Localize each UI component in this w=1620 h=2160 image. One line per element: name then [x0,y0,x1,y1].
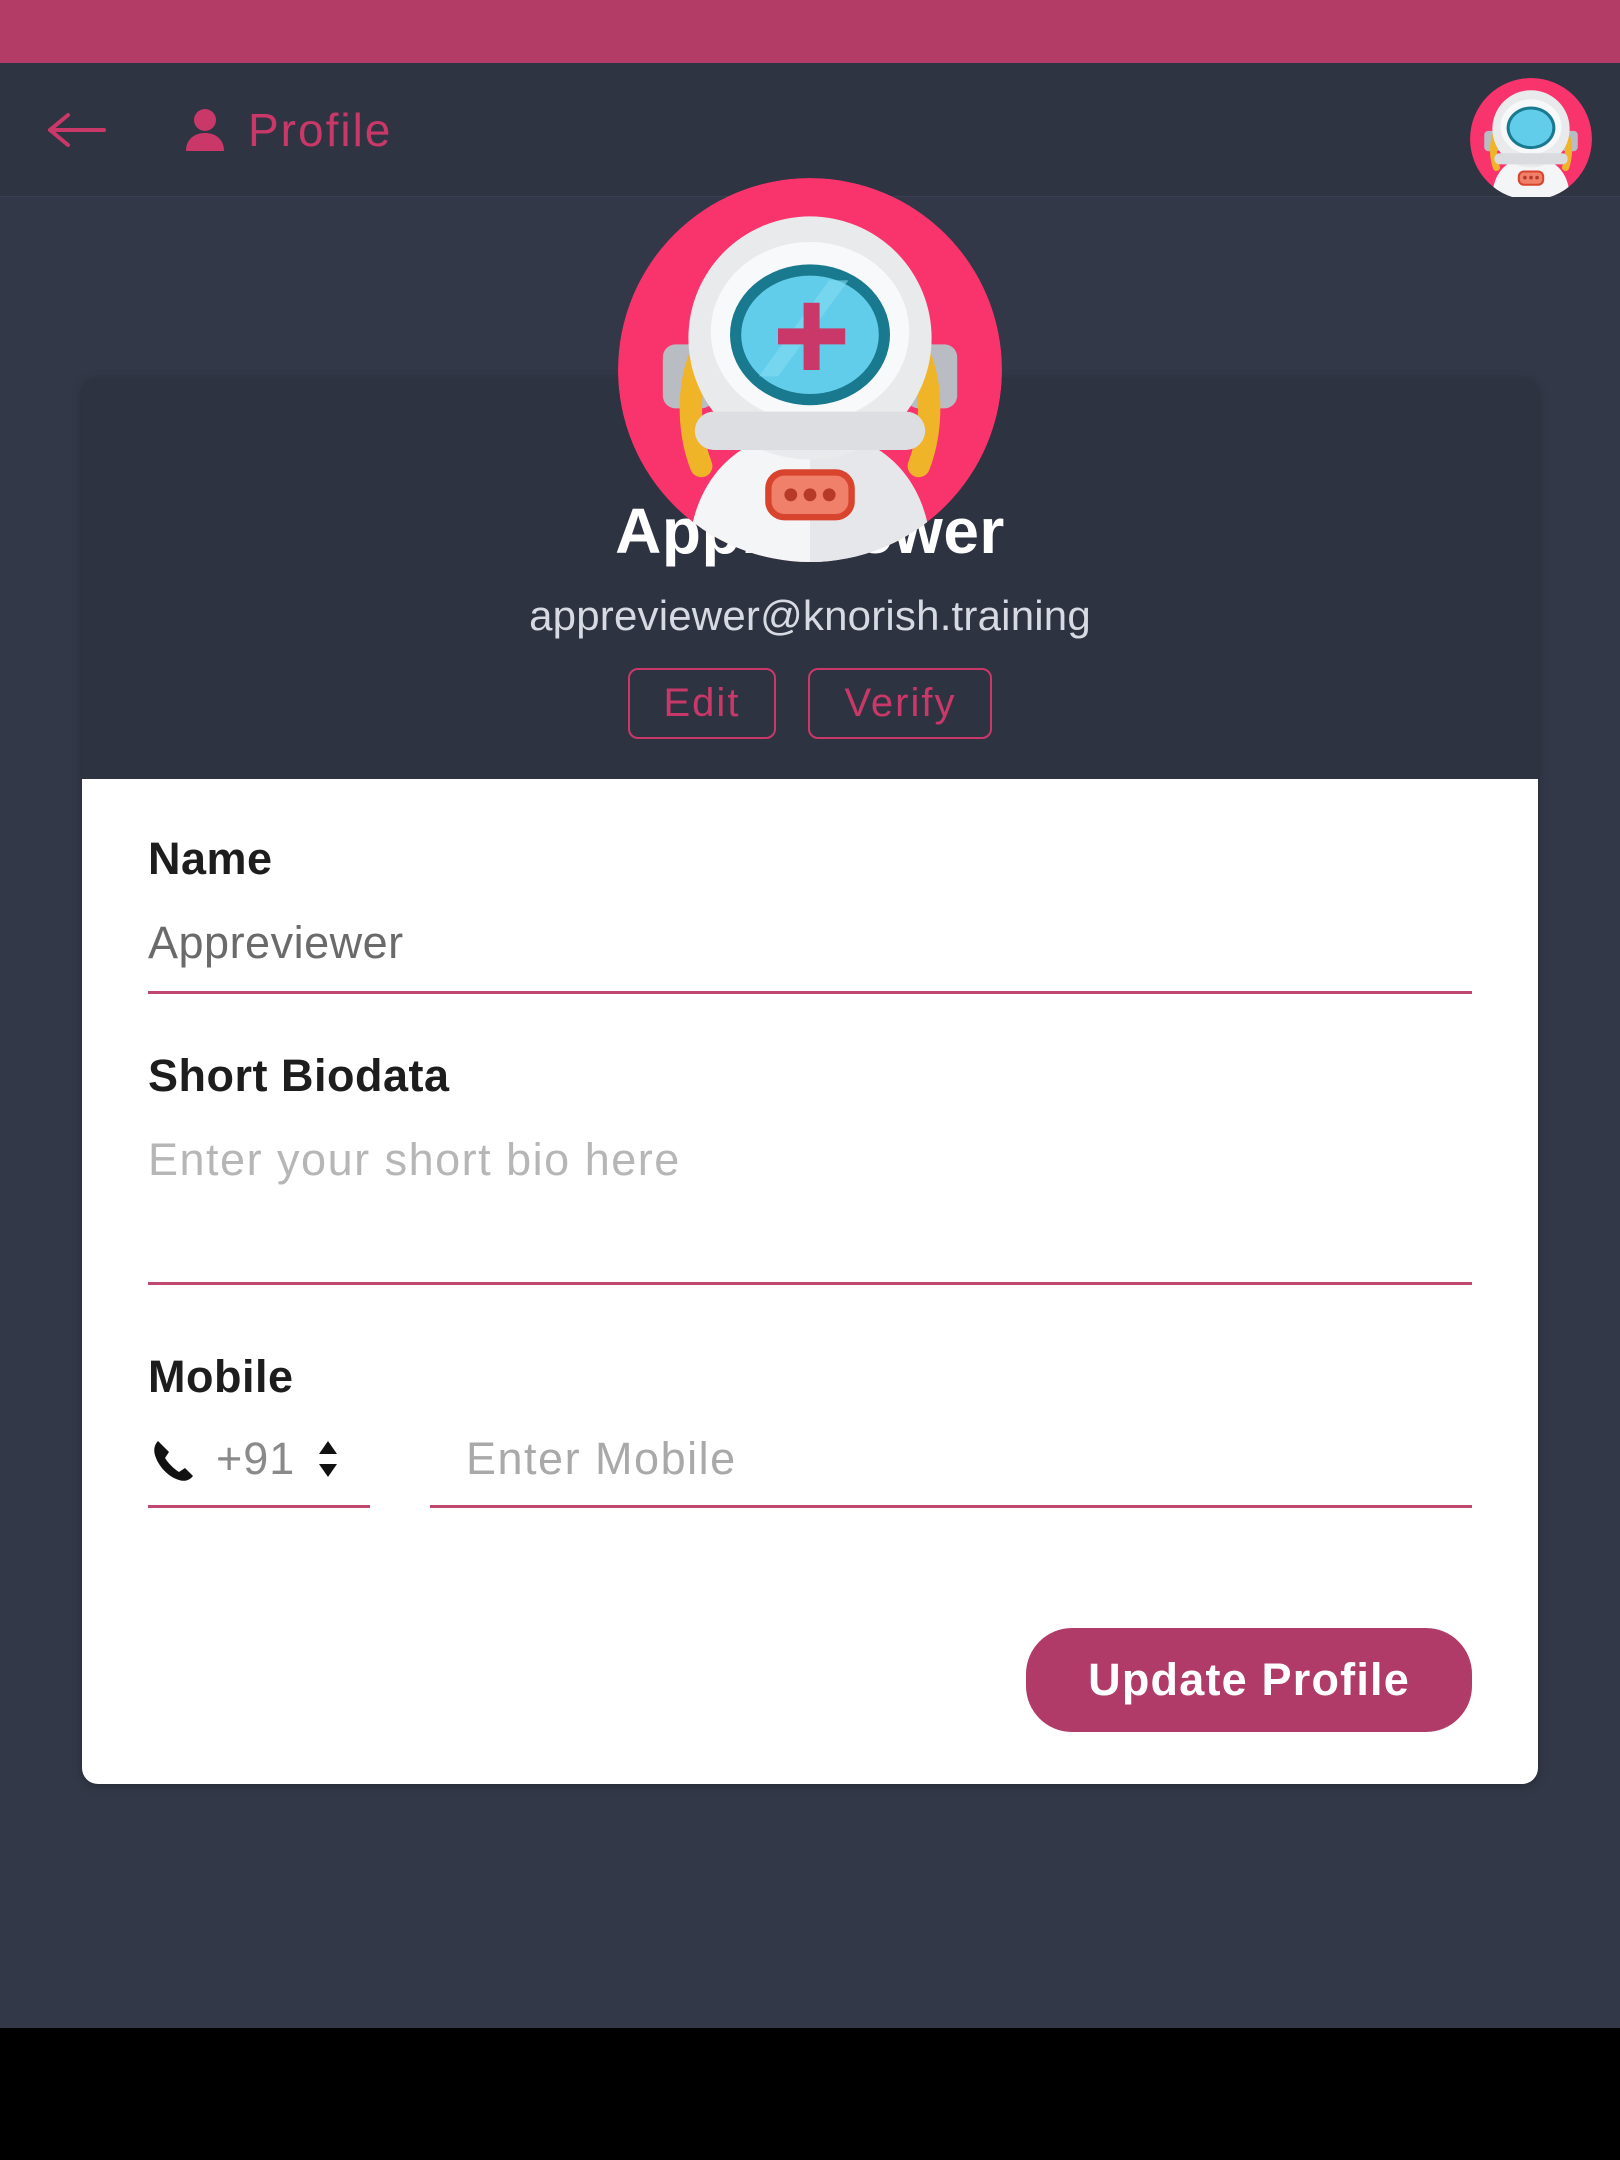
bio-field-group: Short Biodata Enter your short bio here [148,1050,1472,1286]
mobile-input[interactable]: Enter Mobile [430,1433,1472,1505]
mobile-label: Mobile [148,1351,294,1403]
profile-form: Name Appreviewer Short Biodata Enter you… [82,779,1538,1785]
update-row: Update Profile [148,1628,1472,1733]
country-code-underline [148,1505,370,1509]
app-screen: Profile appreviewer@knorish.training Edi… [0,0,1620,2160]
mobile-number-group[interactable]: Enter Mobile [430,1433,1472,1509]
person-icon [186,108,224,151]
name-field-group: Name Appreviewer [148,833,1472,995]
mobile-row: +91 Enter Mobile [148,1433,1472,1509]
bio-underline [148,1282,1472,1286]
stepper-arrows-icon[interactable] [315,1437,341,1481]
bio-input[interactable]: Enter your short bio here [148,1134,1472,1282]
profile-card: Appreviewer appreviewer@knorish.training… [82,178,1538,1785]
profile-avatar[interactable] [618,178,1002,562]
header-title-group: Profile [184,103,392,157]
country-code-group[interactable]: +91 [148,1433,370,1509]
verify-button[interactable]: Verify [808,668,993,740]
name-label: Name [148,833,273,885]
profile-action-buttons: Edit Verify [82,668,1538,740]
astronaut-avatar-icon [618,178,1002,562]
phone-icon [154,1441,193,1482]
name-input[interactable]: Appreviewer [148,917,1472,991]
name-underline [148,991,1472,995]
edit-button[interactable]: Edit [627,668,777,740]
mobile-underline [430,1505,1472,1509]
back-arrow-icon[interactable] [46,107,108,153]
update-profile-button[interactable]: Update Profile [1026,1628,1472,1733]
bio-label: Short Biodata [148,1050,450,1102]
profile-email: appreviewer@knorish.training [529,592,1091,640]
profile-card-header: Appreviewer appreviewer@knorish.training… [82,178,1538,780]
astronaut-avatar-icon [1470,78,1592,200]
app-header: Profile [0,63,1620,200]
page-title: Profile [248,103,393,156]
country-code-value: +91 [216,1433,296,1485]
header-avatar[interactable] [1470,78,1592,200]
status-bar [0,0,1620,63]
system-navigation-bar [0,2028,1620,2160]
mobile-field-group: Mobile +91 Enter Mobile [148,1351,1472,1509]
